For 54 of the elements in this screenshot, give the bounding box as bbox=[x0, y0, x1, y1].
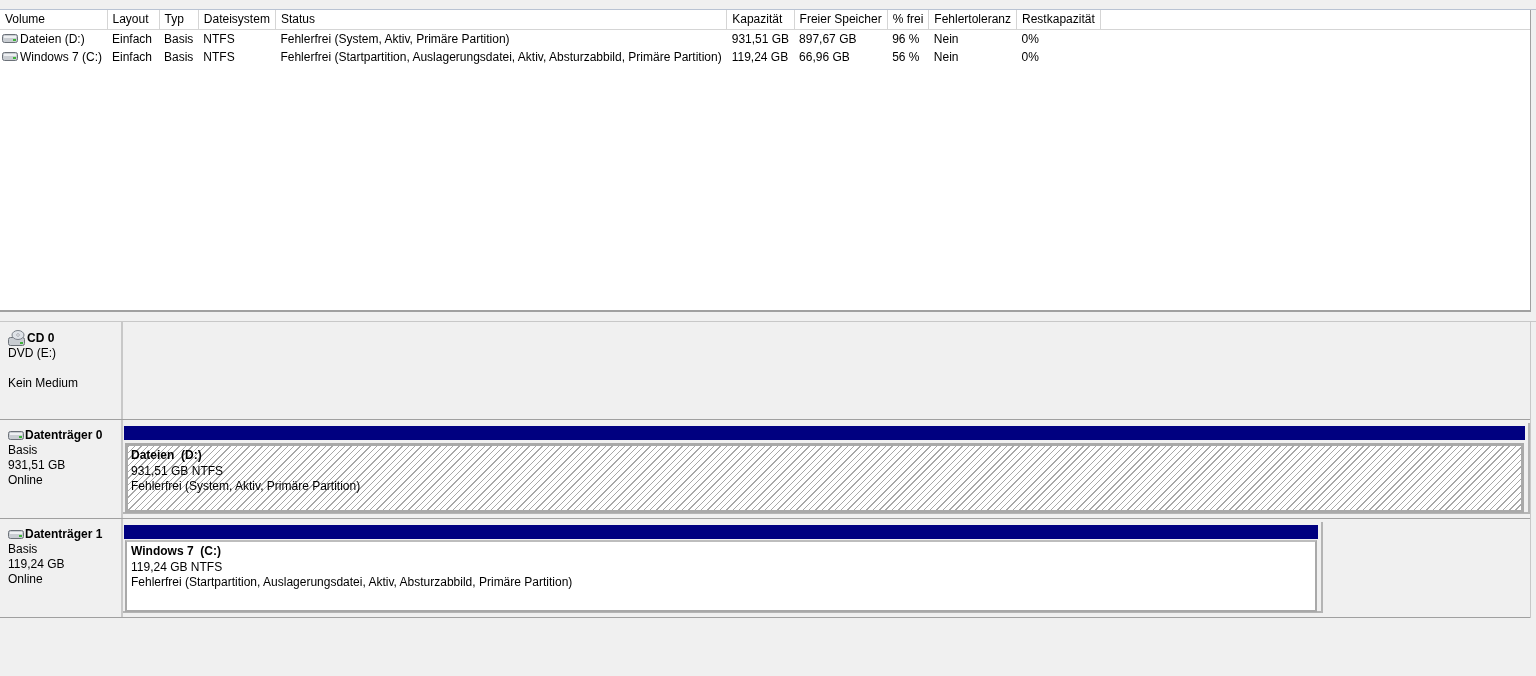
cd-drive-icon bbox=[8, 330, 26, 346]
table-cell: NTFS bbox=[198, 29, 276, 48]
table-cell-text: NTFS bbox=[202, 48, 236, 66]
volume-name: Dateien (D:) bbox=[20, 30, 85, 48]
drive-icon bbox=[2, 52, 18, 61]
disk-size: 119,24 GB bbox=[8, 557, 66, 572]
drive-icon bbox=[8, 530, 24, 539]
disk-type: Basis bbox=[8, 443, 39, 458]
table-cell: Einfach bbox=[107, 29, 159, 48]
drive-icon bbox=[2, 34, 18, 43]
disk-name: CD 0 bbox=[27, 330, 55, 346]
table-cell-text: 66,96 GB bbox=[798, 48, 851, 66]
table-cell-text: 119,24 GB bbox=[730, 48, 790, 66]
partition-status: Fehlerfrei (Startpartition, Auslagerungsdatei, Aktiv, Absturzabbild, Primäre Partition) bbox=[131, 575, 574, 591]
disk-status: Kein Medium bbox=[8, 376, 80, 391]
table-cell: 897,67 GB bbox=[794, 29, 888, 48]
table-cell: Fehlerfrei (System, Aktiv, Primäre Partition) bbox=[275, 29, 727, 48]
column-header[interactable]: Dateisystem bbox=[198, 10, 276, 29]
drive-icon bbox=[8, 431, 24, 440]
partition-panel[interactable]: Dateien (D:) 931,51 GB NTFS Fehlerfrei (System, Aktiv, Primäre Partition) bbox=[125, 443, 1524, 513]
column-header[interactable]: Typ bbox=[159, 10, 199, 29]
column-header[interactable]: Fehlertoleranz bbox=[928, 10, 1017, 29]
table-cell-text: 56 % bbox=[891, 48, 921, 66]
column-header[interactable]: Status bbox=[275, 10, 727, 29]
table-cell: Basis bbox=[159, 29, 199, 48]
disk-name: Datenträger 0 bbox=[25, 428, 103, 443]
table-cell-text: Einfach bbox=[111, 48, 154, 66]
disk-type: Basis bbox=[8, 542, 39, 557]
partition-status: Fehlerfrei (System, Aktiv, Primäre Partition) bbox=[131, 479, 362, 495]
partition-panel[interactable]: Windows 7 (C:) 119,24 GB NTFS Fehlerfrei (Startpartition, Auslagerungsdatei, Aktiv, Absturzabbild, Primäre Partition) bbox=[125, 540, 1317, 612]
column-header[interactable]: Freier Speicher bbox=[794, 10, 888, 29]
disk-type: DVD (E:) bbox=[8, 346, 57, 361]
volume-name: Windows 7 (C:) bbox=[20, 48, 102, 66]
table-cell-text: Fehlerfrei (Startpartition, Auslagerungsdatei, Aktiv, Absturzabbild, Primäre Partition) bbox=[279, 48, 723, 66]
table-cell: 931,51 GB bbox=[726, 29, 795, 48]
disk-status: Online bbox=[8, 572, 44, 587]
table-cell-text: Nein bbox=[932, 48, 960, 66]
column-header[interactable]: Volume bbox=[0, 10, 107, 29]
partition-size: 119,24 GB NTFS bbox=[131, 559, 224, 575]
partition-name: Windows 7 (C:) bbox=[131, 544, 222, 560]
column-header[interactable]: Layout bbox=[107, 10, 159, 29]
partition-size: 931,51 GB NTFS bbox=[131, 463, 225, 479]
table-cell-text: 0% bbox=[1020, 48, 1040, 66]
column-header[interactable]: Kapazität bbox=[726, 10, 795, 29]
disk-size: 931,51 GB bbox=[8, 458, 67, 473]
table-cell: 96 % bbox=[887, 29, 929, 48]
partition-name: Dateien (D:) bbox=[131, 448, 203, 464]
table-cell-text: Basis bbox=[163, 48, 195, 66]
column-header[interactable]: % frei bbox=[887, 10, 929, 29]
disk-status: Online bbox=[8, 473, 44, 488]
table-cell: 0% bbox=[1016, 29, 1101, 48]
column-header[interactable]: Restkapazität bbox=[1016, 10, 1101, 29]
disk-name: Datenträger 1 bbox=[25, 527, 103, 542]
table-cell: Nein bbox=[928, 29, 1017, 48]
